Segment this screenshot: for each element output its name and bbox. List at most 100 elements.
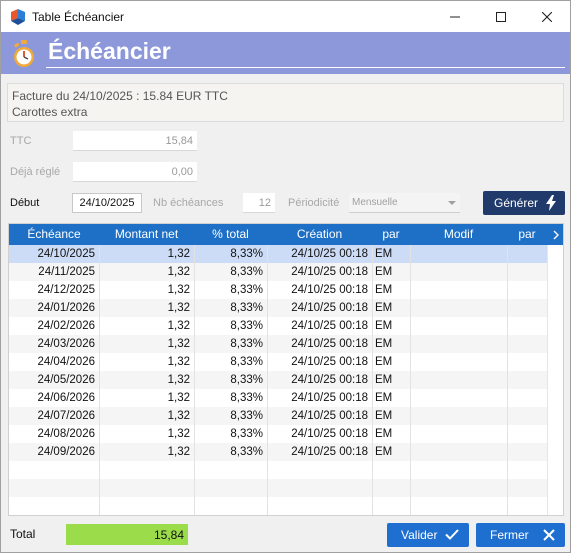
close-window-button[interactable] [524,1,570,32]
table-row[interactable]: 24/06/2026 1,32 8,33% 24/10/25 00:18 EM [9,389,547,407]
cell-modif-par [507,299,547,317]
table-header: Échéance Montant net % total Création pa… [9,224,563,245]
cell-echeance: 24/08/2026 [37,428,95,440]
echeances-table: Échéance Montant net % total Création pa… [8,223,564,516]
cell-creation: 24/10/25 00:18 [291,428,368,440]
col-modif[interactable]: Modif [410,224,507,245]
table-row[interactable]: 24/07/2026 1,32 8,33% 24/10/25 00:18 EM [9,407,547,425]
cell-modif-par [507,389,547,407]
cell-creation: 24/10/25 00:18 [291,320,368,332]
ttc-label: TTC [10,135,32,147]
valider-label: Valider [401,528,438,542]
cell-montant-net: 1,32 [167,338,190,350]
cell-modif [410,317,507,335]
col-pct-total[interactable]: % total [194,224,267,245]
minimize-button[interactable] [432,1,478,32]
cell-modif [410,281,507,299]
col-creation-par[interactable]: par [372,224,410,245]
invoice-description: Carottes extra [12,105,88,119]
empty-row[interactable] [9,461,547,479]
cell-modif-par [507,407,547,425]
cell-pct-total: 8,33% [230,284,263,296]
column-divider [410,245,411,515]
fermer-label: Fermer [490,528,529,542]
cell-echeance: 24/11/2025 [38,266,95,278]
table-row[interactable]: 24/12/2025 1,32 8,33% 24/10/25 00:18 EM [9,281,547,299]
cell-echeance: 24/07/2026 [37,410,95,422]
cell-creation: 24/10/25 00:18 [291,248,368,260]
close-icon [542,11,552,22]
col-echeance[interactable]: Échéance [9,224,99,245]
chevron-right-icon [553,230,559,239]
cell-creation: 24/10/25 00:18 [291,392,368,404]
cell-creation: 24/10/25 00:18 [291,446,368,458]
cell-pct-total: 8,33% [230,374,263,386]
chevron-down-icon [448,201,456,205]
cell-creation-par: EM [375,446,393,458]
cell-creation-par: EM [375,356,393,368]
column-divider [507,245,508,515]
cell-montant-net: 1,32 [167,374,190,386]
cell-creation: 24/10/25 00:18 [291,410,368,422]
cell-montant-net: 1,32 [167,320,190,332]
nb-echeances-field: 12 [243,193,275,213]
table-row[interactable]: 24/10/2025 1,32 8,33% 24/10/25 00:18 EM [9,245,547,263]
cell-echeance: 24/10/2025 [37,248,95,260]
cell-modif-par [507,263,547,281]
cell-modif-par [507,281,547,299]
cell-creation-par: EM [375,320,393,332]
cell-echeance: 24/06/2026 [37,392,95,404]
vertical-scrollbar[interactable] [547,245,563,515]
scroll-right-button[interactable] [548,224,563,245]
cell-modif-par [507,371,547,389]
cell-modif [410,263,507,281]
table-row[interactable]: 24/04/2026 1,32 8,33% 24/10/25 00:18 EM [9,353,547,371]
cell-echeance: 24/02/2026 [37,320,95,332]
table-row[interactable]: 24/08/2026 1,32 8,33% 24/10/25 00:18 EM [9,425,547,443]
cell-modif [410,443,507,461]
valider-button[interactable]: Valider [387,523,469,547]
cell-creation: 24/10/25 00:18 [291,356,368,368]
cell-creation: 24/10/25 00:18 [291,374,368,386]
cell-creation: 24/10/25 00:18 [291,338,368,350]
cell-creation-par: EM [375,266,393,278]
cell-creation-par: EM [375,428,393,440]
col-creation[interactable]: Création [267,224,372,245]
maximize-button[interactable] [478,1,524,32]
cell-creation: 24/10/25 00:18 [291,266,368,278]
table-row[interactable]: 24/03/2026 1,32 8,33% 24/10/25 00:18 EM [9,335,547,353]
cell-modif-par [507,443,547,461]
checkmark-icon [445,529,459,540]
fermer-button[interactable]: Fermer [476,523,565,547]
table-row[interactable]: 24/05/2026 1,32 8,33% 24/10/25 00:18 EM [9,371,547,389]
app-icon [11,9,25,25]
generer-button[interactable]: Générer [483,191,565,215]
total-field: 15,84 [66,524,188,545]
cell-montant-net: 1,32 [167,248,190,260]
cell-creation-par: EM [375,410,393,422]
empty-row[interactable] [9,497,547,515]
cell-modif [410,425,507,443]
minimize-icon [450,16,460,17]
cell-modif-par [507,335,547,353]
debut-date-input[interactable]: 24/10/2025 [72,193,142,213]
cell-modif [410,245,507,263]
cell-pct-total: 8,33% [230,266,263,278]
page-title: Échéancier [48,38,171,64]
cell-echeance: 24/09/2026 [37,446,95,458]
column-divider [99,245,100,515]
col-modif-par[interactable]: par [507,224,547,245]
col-montant-net[interactable]: Montant net [99,224,194,245]
cell-creation: 24/10/25 00:18 [291,284,368,296]
cell-montant-net: 1,32 [167,428,190,440]
invoice-summary: Facture du 24/10/2025 : 15.84 EUR TTC [12,89,228,103]
empty-row[interactable] [9,479,547,497]
table-row[interactable]: 24/09/2026 1,32 8,33% 24/10/25 00:18 EM [9,443,547,461]
lightning-icon [546,195,556,211]
cell-montant-net: 1,32 [167,266,190,278]
cell-pct-total: 8,33% [230,302,263,314]
periodicite-value: Mensuelle [352,197,398,208]
table-row[interactable]: 24/02/2026 1,32 8,33% 24/10/25 00:18 EM [9,317,547,335]
table-row[interactable]: 24/01/2026 1,32 8,33% 24/10/25 00:18 EM [9,299,547,317]
table-row[interactable]: 24/11/2025 1,32 8,33% 24/10/25 00:18 EM [9,263,547,281]
